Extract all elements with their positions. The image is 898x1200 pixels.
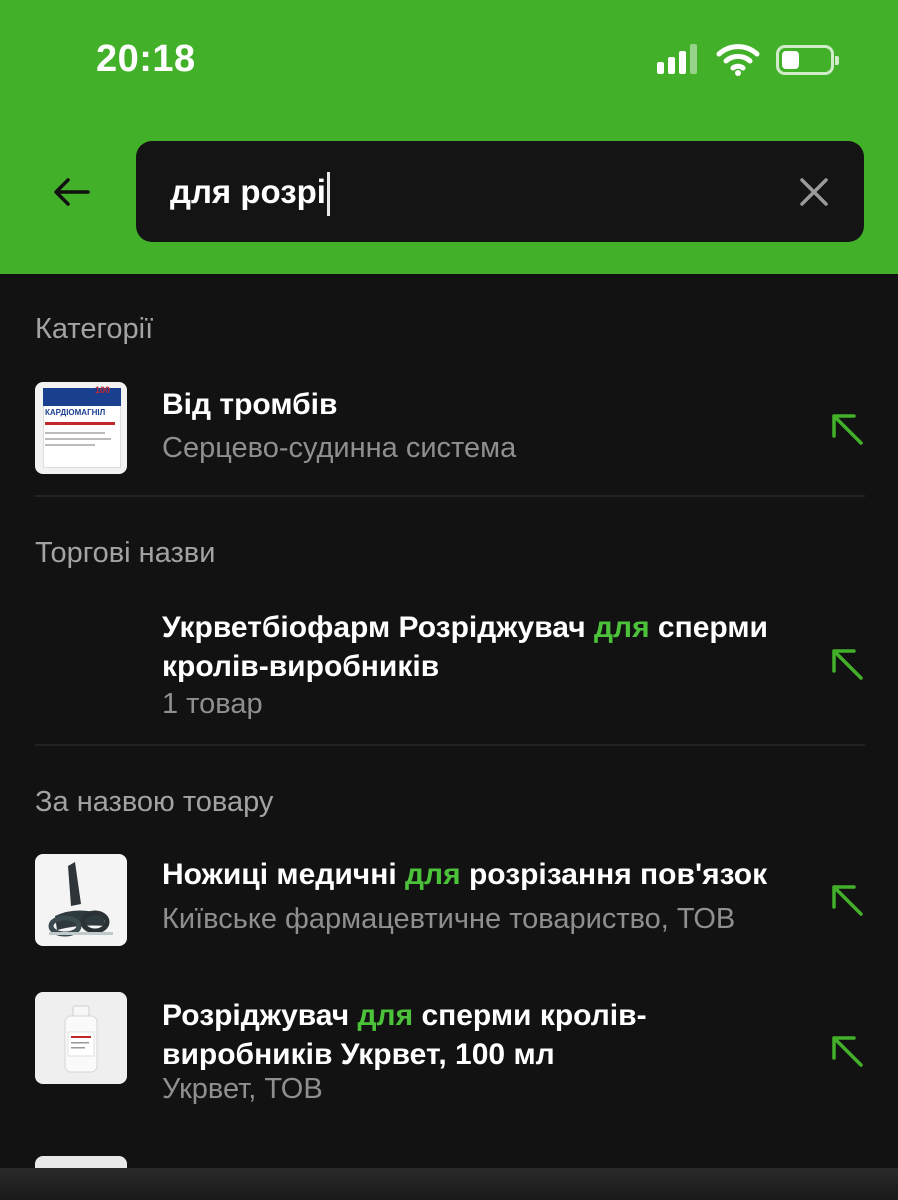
fill-search-arrow-icon[interactable] — [830, 883, 864, 917]
search-query: для розрі — [170, 173, 326, 210]
thumb-brand: КАРДІОМАГНІЛ — [45, 408, 106, 417]
text-caret — [326, 172, 330, 217]
fill-search-arrow-icon[interactable] — [830, 1034, 864, 1068]
keyboard-edge — [0, 1168, 898, 1200]
clear-search-icon[interactable] — [797, 175, 831, 209]
fill-search-arrow-icon[interactable] — [830, 647, 864, 681]
status-time: 20:18 — [96, 38, 196, 80]
app-header: 20:18 для розрі — [0, 0, 898, 274]
divider — [35, 495, 865, 497]
trade-name-count: 1 товар — [162, 688, 263, 720]
product-manufacturer: Київське фармацевтичне товариство, ТОВ — [162, 903, 736, 935]
search-input[interactable]: для розрі — [170, 171, 330, 217]
bottle-thumbnail — [35, 992, 127, 1084]
bottle-icon — [64, 1005, 98, 1073]
category-subtitle: Серцево-судинна система — [162, 432, 517, 464]
section-label-by-name: За назвою товару — [35, 786, 274, 818]
category-title: Від тромбів — [162, 388, 338, 421]
trade-name-title: Укрветбіофарм Розріджувач для сперми кро… — [162, 611, 768, 683]
scissors-icon — [48, 862, 113, 937]
cellular-signal-icon — [657, 44, 701, 74]
scissors-thumbnail — [35, 854, 127, 946]
category-thumbnail: 100 КАРДІОМАГНІЛ — [35, 382, 127, 474]
section-label-trade-names: Торгові назви — [35, 537, 216, 569]
battery-icon — [776, 45, 839, 75]
next-item-thumbnail — [35, 1156, 127, 1168]
divider — [35, 744, 865, 746]
product-manufacturer: Укрвет, ТОВ — [162, 1073, 323, 1105]
search-field[interactable]: для розрі — [136, 141, 864, 242]
product-title: Ножиці медичні для розрізання пов'язок — [162, 858, 768, 891]
product-title: Розріджувач для сперми кролів-виробників… — [162, 999, 647, 1071]
section-label-categories: Категорії — [35, 313, 154, 345]
thumb-count: 100 — [95, 385, 111, 395]
wifi-icon — [716, 44, 760, 76]
back-arrow-icon[interactable] — [48, 168, 96, 216]
fill-search-arrow-icon[interactable] — [830, 412, 864, 446]
